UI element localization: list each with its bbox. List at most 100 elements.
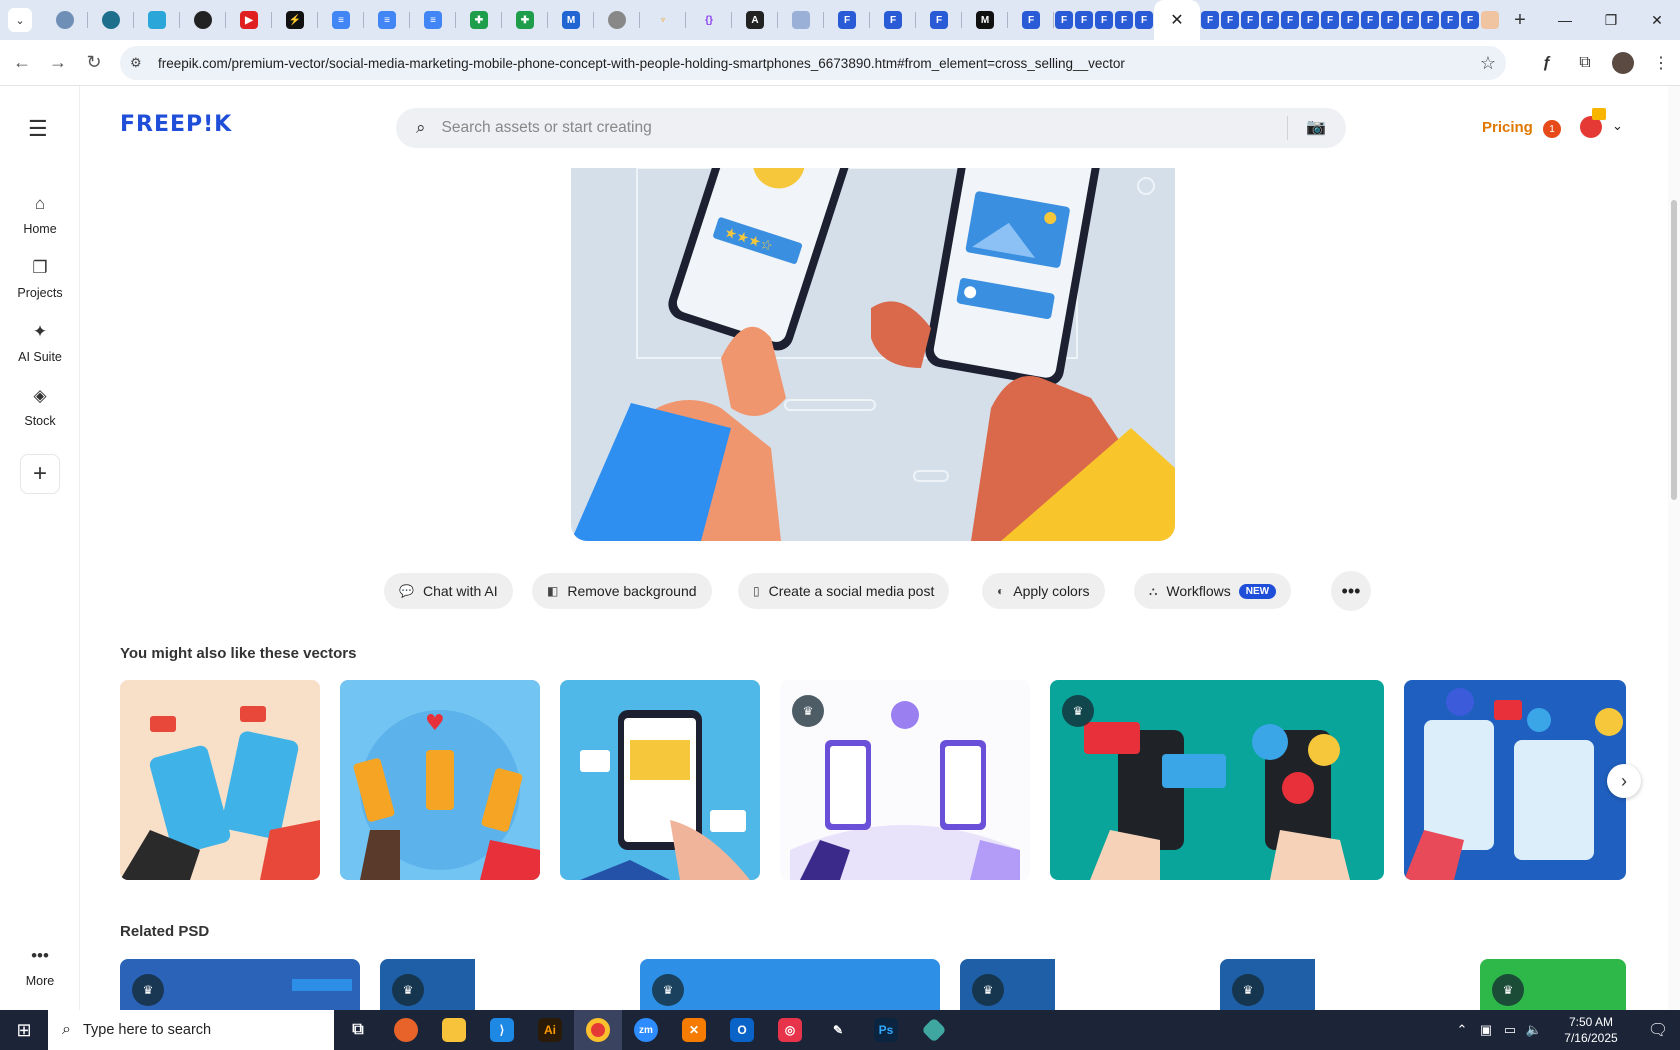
remove-background-button[interactable]: ◧ Remove background bbox=[532, 573, 712, 609]
browser-tab[interactable] bbox=[134, 0, 180, 40]
extension-f-icon[interactable]: ƒ bbox=[1528, 54, 1566, 72]
reload-icon[interactable]: ↻ bbox=[76, 45, 112, 81]
taskbar-clock[interactable]: 7:50 AM 7/16/2025 bbox=[1546, 1014, 1636, 1046]
psd-thumbnail[interactable]: ♛ bbox=[1220, 959, 1460, 1010]
windows-start-icon[interactable]: ⊞ bbox=[0, 1010, 48, 1050]
browser-tab[interactable]: F bbox=[824, 0, 870, 40]
browser-tab[interactable]: F bbox=[1380, 0, 1400, 40]
taskbar-search[interactable]: ⌕ Type here to search bbox=[48, 1010, 334, 1050]
pen-tool-icon[interactable]: ✎ bbox=[814, 1010, 862, 1050]
scrollbar-thumb[interactable] bbox=[1671, 200, 1677, 500]
vector-thumbnail[interactable] bbox=[560, 680, 760, 880]
sidebar-item-home[interactable]: ⌂ Home bbox=[0, 194, 80, 236]
browser-tab[interactable]: F bbox=[1260, 0, 1280, 40]
psd-thumbnail[interactable]: ♛ bbox=[960, 959, 1200, 1010]
psd-thumbnail[interactable]: ♛ bbox=[640, 959, 940, 1010]
site-info-icon[interactable]: ⚙ bbox=[130, 55, 150, 71]
carousel-next-button[interactable]: › bbox=[1607, 764, 1641, 798]
tray-network-icon[interactable]: ▣ bbox=[1474, 1022, 1498, 1038]
browser-tab[interactable]: F bbox=[1460, 0, 1480, 40]
chat-with-ai-button[interactable]: 💬 Chat with AI bbox=[384, 573, 513, 609]
profile-avatar[interactable] bbox=[1612, 52, 1634, 74]
search-input[interactable]: Search assets or start creating bbox=[442, 119, 652, 137]
vector-thumbnail[interactable]: ♥ bbox=[340, 680, 540, 880]
tray-display-icon[interactable]: ▭ bbox=[1498, 1022, 1522, 1038]
sidebar-item-stock[interactable]: ◈ Stock bbox=[0, 386, 80, 428]
notification-center-icon[interactable]: 🗨 bbox=[1636, 1020, 1680, 1040]
browser-tab[interactable]: F bbox=[1280, 0, 1300, 40]
tray-volume-icon[interactable]: 🔈 bbox=[1522, 1022, 1546, 1038]
browser-tab[interactable]: F bbox=[1340, 0, 1360, 40]
tray-chevron-up-icon[interactable]: ⌃ bbox=[1450, 1022, 1474, 1038]
chrome-icon[interactable] bbox=[574, 1010, 622, 1050]
browser-tab[interactable]: F bbox=[1240, 0, 1260, 40]
tab-search-button[interactable]: ⌄ bbox=[8, 8, 32, 32]
browser-tab[interactable]: {} bbox=[686, 0, 732, 40]
browser-tab[interactable]: F bbox=[1400, 0, 1420, 40]
browser-tab[interactable]: ✚ bbox=[456, 0, 502, 40]
browser-tab[interactable]: F bbox=[1320, 0, 1340, 40]
psd-thumbnail[interactable]: ♛ bbox=[1480, 959, 1626, 1010]
photoshop-icon[interactable]: Ps bbox=[862, 1010, 910, 1050]
sidebar-item-more[interactable]: ••• More bbox=[0, 946, 80, 988]
browser-tab[interactable]: F bbox=[1114, 0, 1134, 40]
extensions-icon[interactable]: ⧉ bbox=[1566, 54, 1604, 72]
app-gem-icon[interactable] bbox=[910, 1010, 958, 1050]
browser-menu-icon[interactable]: ⋮ bbox=[1642, 53, 1680, 73]
illustrator-icon[interactable]: Ai bbox=[526, 1010, 574, 1050]
psd-thumbnail[interactable]: ♛ bbox=[380, 959, 620, 1010]
workflows-button[interactable]: ⛬ Workflows NEW bbox=[1134, 573, 1292, 609]
xampp-icon[interactable]: ✕ bbox=[670, 1010, 718, 1050]
browser-tab[interactable]: ✚ bbox=[502, 0, 548, 40]
browser-tab[interactable]: ≡ bbox=[318, 0, 364, 40]
vector-thumbnail[interactable] bbox=[120, 680, 320, 880]
browser-tab[interactable] bbox=[1480, 0, 1500, 40]
browser-tab[interactable] bbox=[594, 0, 640, 40]
create-social-post-button[interactable]: ▯ Create a social media post bbox=[738, 573, 950, 609]
file-explorer-icon[interactable] bbox=[430, 1010, 478, 1050]
browser-tab[interactable]: F bbox=[1074, 0, 1094, 40]
sidebar-item-ai-suite[interactable]: ✦ AI Suite bbox=[0, 322, 80, 364]
back-icon[interactable]: ← bbox=[4, 45, 40, 81]
browser-tab[interactable]: ⚡ bbox=[272, 0, 318, 40]
browser-tab[interactable] bbox=[88, 0, 134, 40]
browser-tab[interactable]: ≡ bbox=[364, 0, 410, 40]
creative-cloud-icon[interactable]: ◎ bbox=[766, 1010, 814, 1050]
browser-tab[interactable]: F bbox=[1008, 0, 1054, 40]
sidebar-item-projects[interactable]: ❐ Projects bbox=[0, 258, 80, 300]
browser-tab[interactable]: F bbox=[1360, 0, 1380, 40]
browser-tab[interactable]: ≡ bbox=[410, 0, 456, 40]
more-actions-button[interactable]: ••• bbox=[1331, 571, 1371, 611]
page-scrollbar[interactable] bbox=[1668, 86, 1680, 1010]
browser-tab[interactable]: F bbox=[1054, 0, 1074, 40]
camera-icon[interactable]: 📷 bbox=[1306, 117, 1326, 137]
psd-thumbnail[interactable]: ♛ bbox=[120, 959, 360, 1010]
notification-badge[interactable]: 1 bbox=[1543, 120, 1561, 138]
browser-tab[interactable] bbox=[180, 0, 226, 40]
forward-icon[interactable]: → bbox=[40, 45, 76, 81]
zoom-icon[interactable]: zm bbox=[622, 1010, 670, 1050]
bookmark-star-icon[interactable]: ☆ bbox=[1480, 53, 1496, 74]
vector-thumbnail[interactable] bbox=[1404, 680, 1626, 880]
firefox-icon[interactable] bbox=[382, 1010, 430, 1050]
pricing-link[interactable]: Pricing bbox=[1482, 119, 1533, 136]
browser-tab[interactable]: M bbox=[548, 0, 594, 40]
close-tab-icon[interactable]: ✕ bbox=[1168, 11, 1186, 29]
main-vector-preview[interactable]: ★★★☆ bbox=[571, 168, 1175, 541]
browser-tab-active[interactable]: ✕ bbox=[1154, 0, 1200, 40]
browser-tab[interactable] bbox=[778, 0, 824, 40]
hamburger-menu-icon[interactable]: ☰ bbox=[28, 116, 48, 142]
browser-tab[interactable]: ♆ bbox=[640, 0, 686, 40]
close-icon[interactable]: ✕ bbox=[1634, 0, 1680, 40]
chevron-down-icon[interactable]: ⌄ bbox=[1612, 118, 1623, 134]
restore-icon[interactable]: ❐ bbox=[1588, 0, 1634, 40]
browser-tab[interactable]: F bbox=[916, 0, 962, 40]
address-bar[interactable]: ⚙ freepik.com/premium-vector/social-medi… bbox=[120, 46, 1506, 80]
browser-tab[interactable]: A bbox=[732, 0, 778, 40]
browser-tab[interactable]: M bbox=[962, 0, 1008, 40]
browser-tab[interactable]: F bbox=[1420, 0, 1440, 40]
vscode-icon[interactable]: ⟩ bbox=[478, 1010, 526, 1050]
browser-tab[interactable]: F bbox=[1440, 0, 1460, 40]
taskbar-search-input[interactable]: Type here to search bbox=[83, 1022, 211, 1038]
search-bar[interactable]: ⌕ Search assets or start creating 📷 bbox=[396, 108, 1346, 148]
